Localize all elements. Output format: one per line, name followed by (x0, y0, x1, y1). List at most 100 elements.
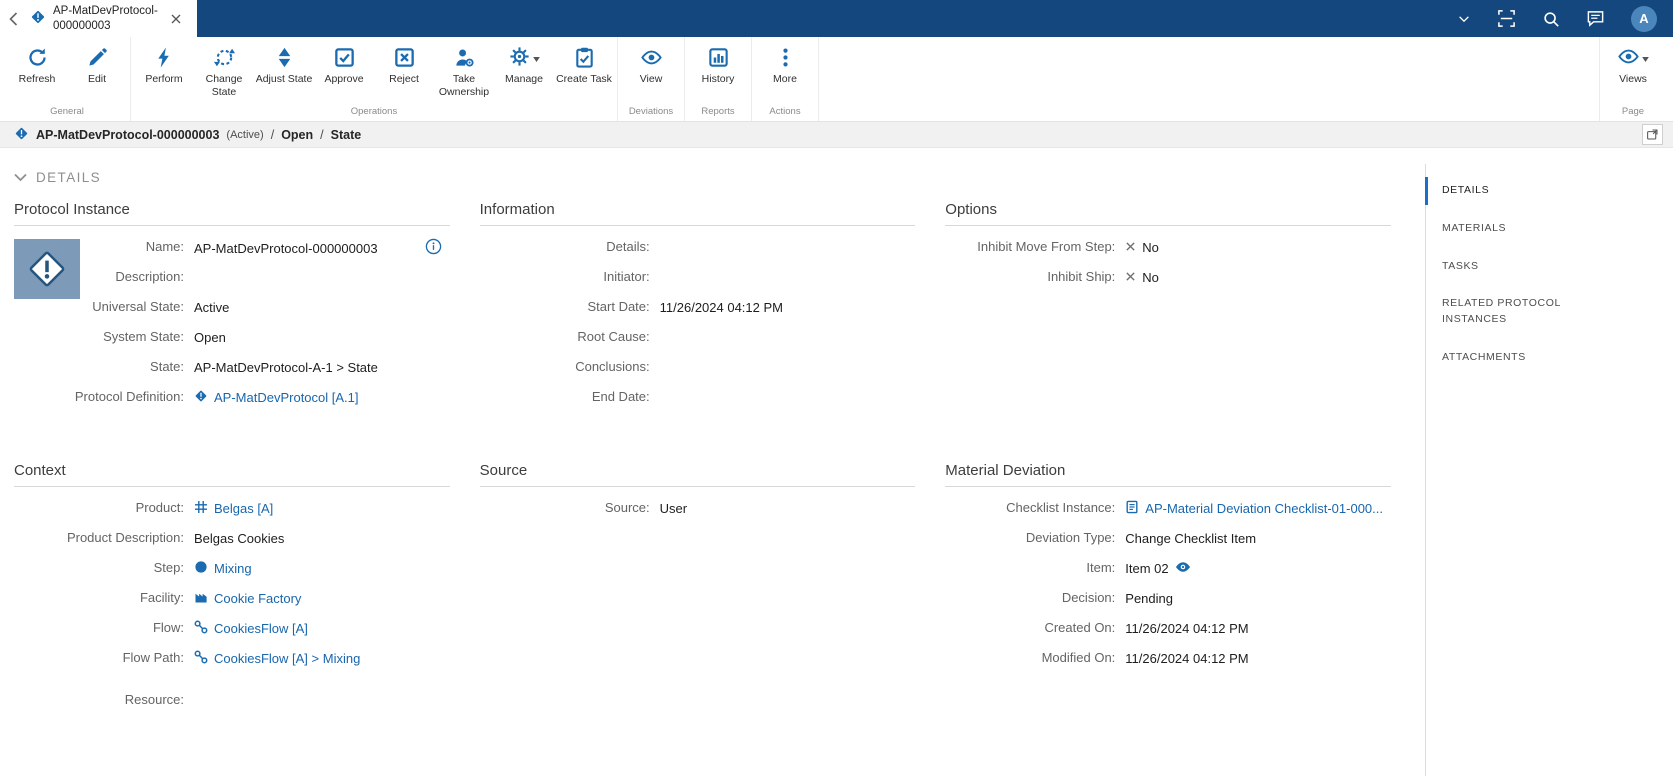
adjust-state-icon (273, 44, 296, 71)
sidebar-item-attachments[interactable]: ATTACHMENTS (1426, 339, 1616, 377)
user-avatar[interactable]: A (1631, 6, 1657, 32)
section-title: Options (945, 201, 1391, 226)
protocol-diamond-icon (30, 9, 46, 28)
field-value: 11/26/2024 04:12 PM (1125, 649, 1391, 668)
breadcrumb-node-state: State (331, 128, 362, 142)
field-row: Product Description: Belgas Cookies (14, 529, 450, 559)
sidebar-item-materials[interactable]: MATERIALS (1426, 210, 1616, 248)
flow-link[interactable]: CookiesFlow [A] (214, 621, 308, 636)
field-row: Start Date: 11/26/2024 04:12 PM (480, 298, 916, 328)
protocol-definition-link[interactable]: AP-MatDevProtocol [A.1] (214, 390, 359, 405)
field-label: Flow: (14, 619, 194, 635)
open-in-window-button[interactable] (1642, 124, 1663, 145)
history-button[interactable]: History (688, 42, 748, 86)
section-source: Source Source: User (480, 462, 916, 721)
chat-icon[interactable] (1586, 9, 1605, 28)
sidebar-item-details[interactable]: DETAILS (1426, 172, 1616, 210)
field-row: Root Cause: (480, 328, 916, 358)
field-value: AP-MatDevProtocol-A-1 > State (194, 358, 450, 377)
refresh-button[interactable]: Refresh (7, 42, 67, 86)
step-circle-icon (194, 560, 208, 577)
field-row: Conclusions: (480, 358, 916, 388)
ribbon-toolbar: Refresh Edit General Perform Change Stat… (0, 37, 1673, 122)
views-button[interactable]: Views (1603, 42, 1663, 86)
section-options: Options Inhibit Move From Step: No Inhib… (945, 201, 1391, 418)
tab-protocol-instance[interactable]: AP-MatDevProtocol- 000000003 (22, 0, 191, 37)
field-label: Resource: (14, 691, 194, 707)
back-chevron-icon[interactable] (4, 0, 22, 37)
breadcrumb-title: AP-MatDevProtocol-000000003 (36, 128, 219, 142)
field-label: End Date: (480, 388, 660, 404)
field-label: Start Date: (480, 298, 660, 314)
chevron-down-icon (14, 170, 27, 185)
group-label: Operations (134, 103, 614, 119)
topbar-actions: A (1457, 0, 1673, 37)
flow-path-link[interactable]: CookiesFlow [A] > Mixing (214, 651, 360, 666)
approve-button[interactable]: Approve (314, 42, 374, 86)
x-mark-icon (1125, 240, 1136, 255)
section-title: Material Deviation (945, 462, 1391, 487)
field-label: Flow Path: (14, 649, 194, 665)
view-button[interactable]: View (621, 42, 681, 86)
field-row: Step: Mixing (14, 559, 450, 589)
button-label: View (640, 73, 663, 86)
group-label: Reports (688, 103, 748, 119)
details-section-toggle[interactable]: DETAILS (14, 170, 1425, 185)
details-panel: DETAILS Protocol Instance Name: AP-MatDe… (0, 148, 1425, 776)
create-task-button[interactable]: Create Task (554, 42, 614, 86)
field-label: Step: (14, 559, 194, 575)
perform-button[interactable]: Perform (134, 42, 194, 86)
search-icon[interactable] (1542, 10, 1560, 28)
button-label: Refresh (19, 73, 56, 86)
product-link[interactable]: Belgas [A] (214, 501, 273, 516)
step-link[interactable]: Mixing (214, 561, 252, 576)
field-label: Details: (480, 238, 660, 254)
button-label: Edit (88, 73, 106, 86)
checklist-instance-link[interactable]: AP-Material Deviation Checklist-01-000..… (1145, 501, 1383, 516)
ribbon-group-deviations: View Deviations (618, 37, 685, 121)
change-state-button[interactable]: Change State (194, 42, 254, 98)
section-title: Source (480, 462, 916, 487)
sidebar-item-tasks[interactable]: TASKS (1426, 248, 1616, 286)
breadcrumb: AP-MatDevProtocol-000000003 (Active) / O… (0, 122, 1673, 148)
scanner-icon[interactable] (1497, 9, 1516, 28)
info-icon[interactable] (425, 238, 442, 258)
ribbon-group-actions: More Actions (752, 37, 819, 121)
ribbon-group-reports: History Reports (685, 37, 752, 121)
topbar: AP-MatDevProtocol- 000000003 A (0, 0, 1673, 37)
field-label: Item: (945, 559, 1125, 575)
breadcrumb-separator: / (320, 128, 323, 142)
field-value (660, 268, 916, 287)
field-row: System State: Open (14, 328, 450, 358)
eye-icon[interactable] (1175, 561, 1191, 576)
manage-button[interactable]: Manage (494, 42, 554, 86)
button-label: Take Ownership (434, 73, 494, 98)
tab-title: AP-MatDevProtocol- 000000003 (53, 4, 158, 33)
field-row: Details: (480, 238, 916, 268)
field-row: End Date: (480, 388, 916, 418)
facility-link[interactable]: Cookie Factory (214, 591, 301, 606)
field-row: Created On: 11/26/2024 04:12 PM (945, 619, 1391, 649)
close-tab-icon[interactable] (171, 14, 181, 24)
button-label: Reject (389, 73, 419, 86)
section-title: Context (14, 462, 450, 487)
field-value (660, 328, 916, 347)
field-label: Inhibit Ship: (945, 268, 1125, 284)
flow-icon (194, 620, 208, 637)
field-label: Product: (14, 499, 194, 515)
chevron-down-icon[interactable] (1457, 12, 1471, 26)
history-chart-icon (707, 44, 730, 71)
take-ownership-button[interactable]: Take Ownership (434, 42, 494, 98)
reject-button[interactable]: Reject (374, 42, 434, 86)
field-value: Item 02 (1125, 561, 1168, 576)
field-row: State: AP-MatDevProtocol-A-1 > State (14, 358, 450, 388)
edit-button[interactable]: Edit (67, 42, 127, 86)
field-label: System State: (14, 328, 194, 344)
edit-icon (86, 44, 109, 71)
field-label: Created On: (945, 619, 1125, 635)
adjust-state-button[interactable]: Adjust State (254, 42, 314, 86)
more-button[interactable]: More (755, 42, 815, 86)
field-row: Facility: Cookie Factory (14, 589, 450, 619)
button-label: Approve (324, 73, 363, 86)
sidebar-item-related-protocol-instances[interactable]: RELATED PROTOCOL INSTANCES (1426, 285, 1616, 339)
